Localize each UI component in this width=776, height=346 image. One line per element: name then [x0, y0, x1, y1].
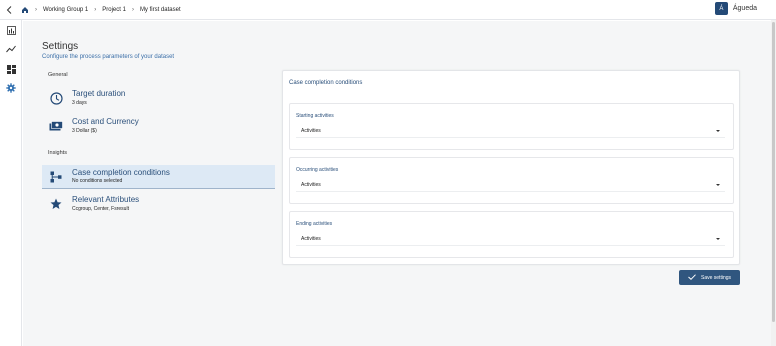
- clock-icon: [49, 91, 63, 105]
- occurring-activities-select[interactable]: Activities: [296, 178, 725, 192]
- caret-down-icon: [716, 129, 720, 132]
- sidebar: [0, 20, 22, 346]
- group-label-insights: Insights: [48, 150, 67, 156]
- starting-activities-section: Starting activities Activities: [289, 103, 734, 150]
- section-label: Ending activities: [296, 221, 333, 227]
- breadcrumb-working-group[interactable]: Working Group 1: [43, 7, 88, 13]
- caret-down-icon: [716, 183, 720, 186]
- select-value: Activities: [301, 181, 321, 188]
- settings-item-relevant-attributes[interactable]: Relevant Attributes Ccgroup, Center, Fsr…: [42, 192, 275, 216]
- flow-icon: [49, 170, 63, 184]
- item-name: Target duration: [72, 89, 126, 99]
- scrollbar-thumb[interactable]: [772, 22, 775, 322]
- save-settings-button[interactable]: Save settings: [679, 270, 740, 285]
- settings-item-target-duration[interactable]: Target duration 3 days: [42, 86, 275, 110]
- item-description: 3 Dollar ($): [72, 127, 97, 134]
- money-icon: [49, 119, 63, 133]
- breadcrumb-separator-icon: ›: [94, 6, 97, 13]
- section-label: Occurring activities: [296, 167, 339, 173]
- user-name[interactable]: Águeda: [733, 5, 757, 12]
- occurring-activities-section: Occurring activities Activities: [289, 157, 734, 204]
- ending-activities-section: Ending activities Activities: [289, 211, 734, 258]
- main-content: Settings Configure the process parameter…: [23, 21, 771, 346]
- item-name: Case completion conditions: [72, 167, 170, 177]
- check-icon: [688, 273, 696, 282]
- item-name: Cost and Currency: [72, 117, 139, 127]
- breadcrumb-separator-icon: ›: [131, 6, 134, 13]
- trend-line-icon[interactable]: [5, 43, 17, 55]
- breadcrumb-dataset[interactable]: My first dataset: [140, 7, 181, 13]
- item-name: Relevant Attributes: [72, 195, 140, 205]
- top-bar: › Working Group 1 › Project 1 › My first…: [0, 0, 776, 20]
- scrollbar[interactable]: [771, 20, 776, 346]
- home-icon[interactable]: [21, 6, 29, 14]
- case-completion-card: Case completion conditions Starting acti…: [282, 70, 740, 265]
- section-label: Starting activities: [296, 113, 334, 119]
- select-value: Activities: [301, 127, 321, 134]
- breadcrumb-separator-icon: ›: [35, 6, 37, 13]
- save-button-label: Save settings: [700, 274, 732, 281]
- card-title: Case completion conditions: [289, 80, 363, 86]
- star-icon: [49, 197, 63, 211]
- breadcrumb-project[interactable]: Project 1: [102, 7, 126, 13]
- item-description: 3 days: [72, 99, 87, 106]
- starting-activities-select[interactable]: Activities: [296, 124, 725, 138]
- ending-activities-select[interactable]: Activities: [296, 232, 725, 246]
- select-value: Activities: [301, 235, 321, 242]
- settings-item-cost-currency[interactable]: Cost and Currency 3 Dollar ($): [42, 114, 275, 138]
- gear-icon[interactable]: [5, 82, 17, 94]
- chart-bar-icon[interactable]: [5, 24, 17, 36]
- back-chevron-icon[interactable]: [0, 5, 18, 14]
- caret-down-icon: [716, 237, 720, 240]
- user-menu[interactable]: Á Águeda: [714, 2, 757, 15]
- dashboard-icon[interactable]: [5, 63, 17, 75]
- item-description: Ccgroup, Center, Fsresult: [72, 205, 129, 212]
- avatar[interactable]: Á: [714, 2, 728, 15]
- page-subtitle: Configure the process parameters of your…: [42, 54, 175, 60]
- breadcrumb: › Working Group 1 › Project 1 › My first…: [21, 6, 181, 14]
- group-label-general: General: [48, 72, 68, 78]
- item-description: No conditions selected: [72, 178, 123, 185]
- page-title: Settings: [42, 41, 79, 52]
- settings-item-case-completion[interactable]: Case completion conditions No conditions…: [42, 165, 275, 189]
